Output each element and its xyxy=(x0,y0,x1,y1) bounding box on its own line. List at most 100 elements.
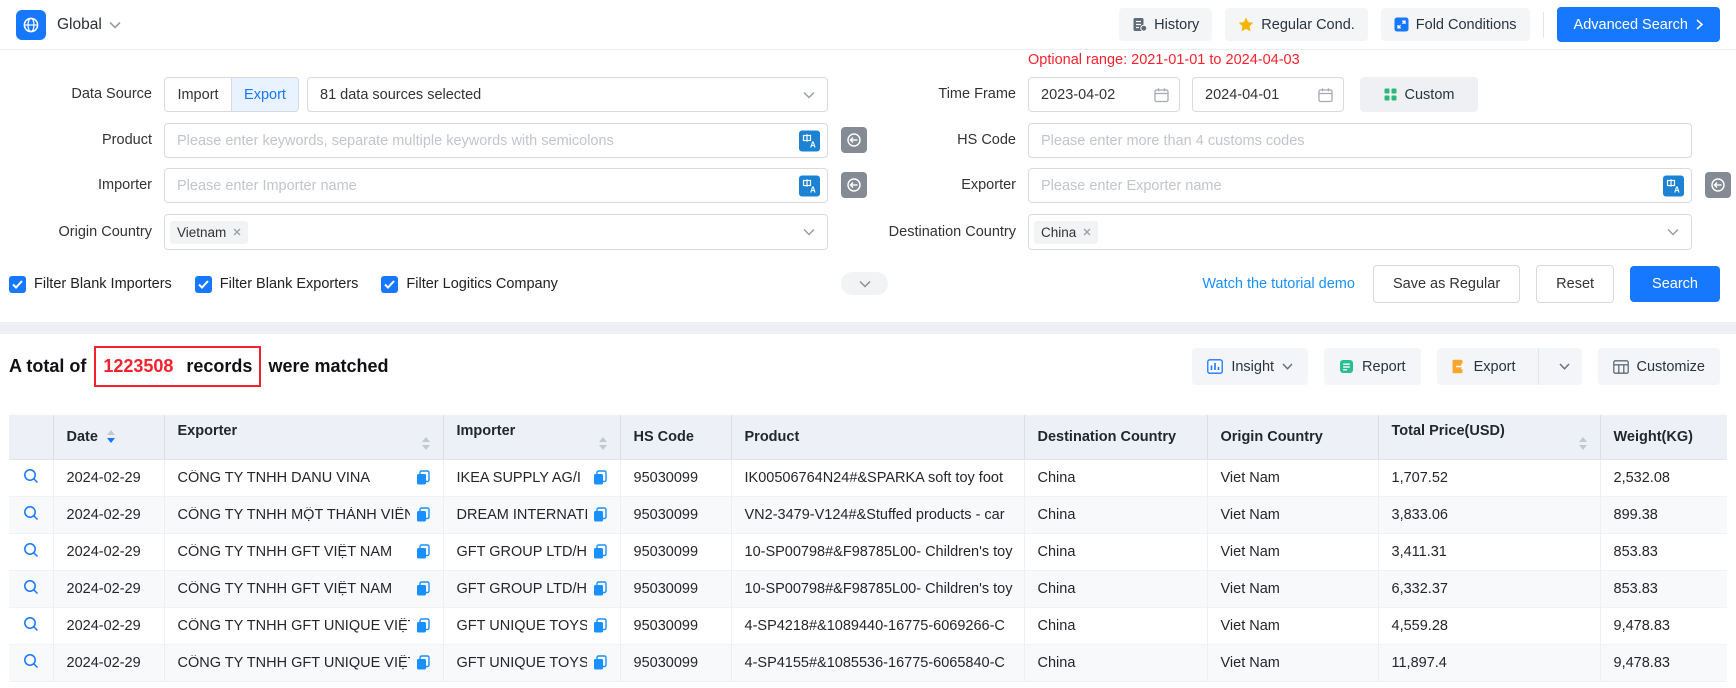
copy-icon[interactable] xyxy=(593,544,607,559)
fold-conditions-button[interactable]: Fold Conditions xyxy=(1381,8,1530,41)
sort-icon[interactable] xyxy=(599,437,607,450)
customize-icon xyxy=(1613,360,1629,374)
cell-destination-country: China xyxy=(1024,607,1207,644)
report-icon xyxy=(1339,359,1354,374)
copy-icon[interactable] xyxy=(416,470,430,485)
checkbox-checked-icon xyxy=(381,276,398,293)
cell-weight: 853.83 xyxy=(1600,570,1727,607)
header-total-price[interactable]: Total Price(USD) xyxy=(1378,415,1600,459)
exporter-input[interactable] xyxy=(1028,168,1692,203)
cell-destination-country: China xyxy=(1024,496,1207,533)
export-label: Export xyxy=(1474,359,1516,375)
customize-button[interactable]: Customize xyxy=(1598,348,1721,385)
advanced-search-label: Advanced Search xyxy=(1574,17,1688,33)
export-button[interactable]: Export xyxy=(1437,348,1530,385)
history-button[interactable]: History xyxy=(1119,8,1212,41)
import-toggle[interactable]: Import xyxy=(165,78,232,111)
copy-icon[interactable] xyxy=(593,655,607,670)
copy-icon[interactable] xyxy=(416,507,430,522)
header-date[interactable]: Date xyxy=(53,415,164,459)
divider xyxy=(1543,12,1544,38)
row-detail-search-icon[interactable] xyxy=(23,579,39,595)
results-section: A total of 1223508 records were matched … xyxy=(0,334,1736,688)
calendar-icon[interactable] xyxy=(1318,87,1333,102)
copy-icon[interactable] xyxy=(593,470,607,485)
row-detail-search-icon[interactable] xyxy=(23,653,39,669)
copy-icon[interactable] xyxy=(416,581,430,596)
cell-importer: GFT UNIQUE TOYS xyxy=(443,607,620,644)
header-origin-country: Origin Country xyxy=(1207,415,1378,459)
records-suffix: were matched xyxy=(268,356,388,377)
custom-label: Custom xyxy=(1405,87,1455,103)
checkbox-row: Filter Blank Importers Filter Blank Expo… xyxy=(9,262,558,306)
collapse-conditions-button[interactable] xyxy=(841,272,888,295)
sort-icon[interactable] xyxy=(422,437,430,450)
row-search-cell xyxy=(9,644,53,681)
cell-weight: 2,532.08 xyxy=(1600,459,1727,496)
filter-logistics-company-checkbox[interactable]: Filter Logitics Company xyxy=(381,276,558,293)
cell-date: 2024-02-29 xyxy=(53,644,164,681)
header-importer[interactable]: Importer xyxy=(443,415,620,459)
origin-tag-label: Vietnam xyxy=(177,225,226,240)
cell-product: 10-SP00798#&F98785L00- Children's toy xyxy=(731,570,1024,607)
insight-button[interactable]: Insight xyxy=(1192,348,1308,385)
export-more-button[interactable] xyxy=(1547,348,1582,385)
section-divider-band xyxy=(0,322,1736,334)
copy-icon[interactable] xyxy=(593,618,607,633)
sort-icon[interactable] xyxy=(1579,437,1587,450)
cell-weight: 9,478.83 xyxy=(1600,607,1727,644)
export-button-group: Export xyxy=(1437,348,1582,385)
export-icon xyxy=(1451,359,1466,374)
fold-conditions-label: Fold Conditions xyxy=(1416,17,1517,33)
advanced-search-button[interactable]: Advanced Search xyxy=(1557,7,1720,42)
custom-range-button[interactable]: Custom xyxy=(1360,77,1478,112)
row-detail-search-icon[interactable] xyxy=(23,505,39,521)
calendar-icon[interactable] xyxy=(1154,87,1169,102)
table-row: 2024-02-29 CÔNG TY TNHH DANU VINA IKEA S… xyxy=(9,459,1727,496)
insight-label: Insight xyxy=(1231,359,1274,375)
sort-icon[interactable] xyxy=(107,430,115,443)
row-detail-search-icon[interactable] xyxy=(23,542,39,558)
header-exporter[interactable]: Exporter xyxy=(164,415,443,459)
cell-date: 2024-02-29 xyxy=(53,533,164,570)
tutorial-demo-link[interactable]: Watch the tutorial demo xyxy=(1202,276,1355,292)
row-detail-search-icon[interactable] xyxy=(23,616,39,632)
destination-country-select[interactable]: China xyxy=(1028,214,1692,250)
exporter-field-wrap: A xyxy=(1028,168,1692,203)
exclude-filter-icon[interactable] xyxy=(1705,172,1731,198)
records-count-box: 1223508 records xyxy=(94,346,261,387)
header-weight: Weight(KG) xyxy=(1600,415,1727,459)
row-detail-search-icon[interactable] xyxy=(23,468,39,484)
date-end-field[interactable] xyxy=(1192,77,1344,112)
filter-blank-importers-checkbox[interactable]: Filter Blank Importers xyxy=(9,276,172,293)
region-selector-label[interactable]: Global xyxy=(57,16,102,34)
report-button[interactable]: Report xyxy=(1324,348,1421,385)
topbar-actions: History Regular Cond. Fold Conditions Ad… xyxy=(1119,7,1720,42)
hs-code-input[interactable] xyxy=(1028,123,1692,158)
copy-icon[interactable] xyxy=(593,581,607,596)
regular-cond-label: Regular Cond. xyxy=(1261,17,1355,33)
copy-icon[interactable] xyxy=(416,618,430,633)
tag-close-icon[interactable] xyxy=(1083,228,1091,236)
translate-icon[interactable]: A xyxy=(1663,175,1684,196)
copy-icon[interactable] xyxy=(416,544,430,559)
row-search-cell xyxy=(9,459,53,496)
filter-blank-exporters-checkbox[interactable]: Filter Blank Exporters xyxy=(195,276,359,293)
cell-exporter: CÔNG TY TNHH GFT UNIQUE VIỆT xyxy=(164,607,443,644)
cell-exporter: CÔNG TY TNHH DANU VINA xyxy=(164,459,443,496)
copy-icon[interactable] xyxy=(416,655,430,670)
regular-cond-button[interactable]: Regular Cond. xyxy=(1225,8,1368,41)
header-search-column xyxy=(9,415,53,459)
search-button[interactable]: Search xyxy=(1630,266,1720,302)
tag-close-icon[interactable] xyxy=(233,228,241,236)
date-start-field[interactable] xyxy=(1028,77,1180,112)
save-as-regular-button[interactable]: Save as Regular xyxy=(1373,265,1520,303)
copy-icon[interactable] xyxy=(593,507,607,522)
table-row: 2024-02-29 CÔNG TY TNHH GFT UNIQUE VIỆT … xyxy=(9,607,1727,644)
reset-button[interactable]: Reset xyxy=(1536,265,1614,303)
export-toggle[interactable]: Export xyxy=(232,78,298,111)
chevron-down-icon[interactable] xyxy=(109,21,121,29)
top-bar: Global History Regular Cond. Fold Condit… xyxy=(0,0,1736,50)
cell-hs-code: 95030099 xyxy=(620,607,731,644)
records-count: 1223508 xyxy=(103,356,173,377)
